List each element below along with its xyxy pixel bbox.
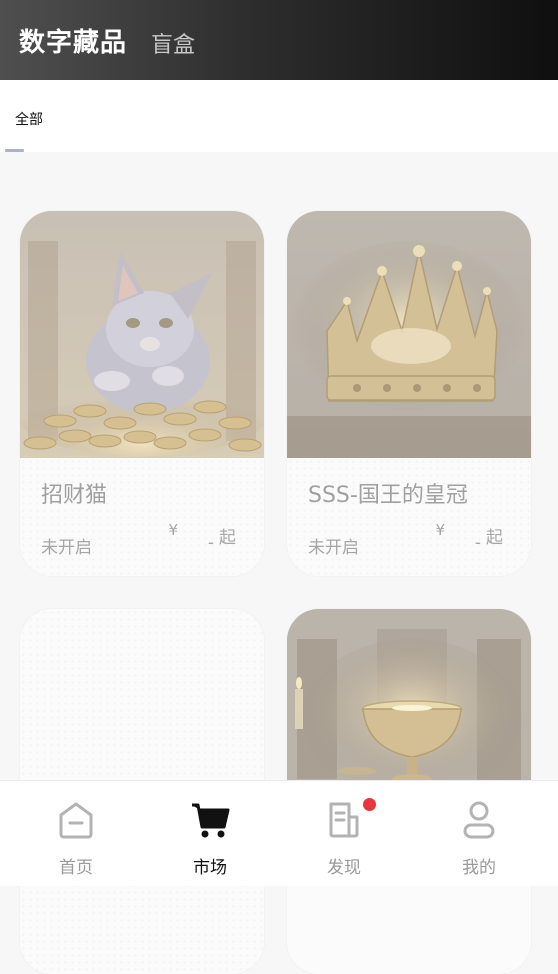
notification-badge (363, 798, 376, 811)
price-value: - (474, 533, 481, 553)
card-pattern (287, 458, 531, 576)
user-icon (462, 801, 496, 843)
currency-symbol: ¥ (435, 521, 445, 539)
price-value: - (207, 533, 214, 553)
nav-discover-label: 发现 (327, 858, 361, 878)
tab-digital-collectibles[interactable]: 数字藏品 (19, 22, 127, 59)
nav-profile-label: 我的 (462, 858, 496, 878)
nav-home[interactable]: 首页 (9, 781, 143, 886)
product-name: 招财猫 (41, 483, 108, 508)
home-icon (58, 801, 94, 843)
document-icon (327, 801, 361, 843)
nav-discover[interactable]: 发现 (277, 781, 411, 886)
top-header: 数字藏品 盲盒 (0, 0, 558, 80)
filter-active-indicator (5, 149, 24, 152)
nav-market[interactable]: 市场 (143, 781, 277, 886)
card-pattern (20, 458, 264, 576)
product-status: 未开启 (308, 538, 359, 558)
product-image-lucky-cat (20, 211, 264, 458)
product-name: SSS-国王的皇冠 (308, 483, 468, 508)
price-suffix: 起 (486, 528, 503, 548)
currency-symbol: ¥ (168, 521, 178, 539)
tab-blind-box[interactable]: 盲盒 (151, 27, 195, 59)
product-card[interactable]: SSS-国王的皇冠 未开启 ¥ - 起 (287, 211, 531, 576)
bottom-navigation: 首页 市场 发现 我的 (0, 780, 558, 886)
nav-market-label: 市场 (193, 858, 227, 878)
filter-all[interactable]: 全部 (15, 109, 43, 129)
product-image-crown (287, 211, 531, 458)
product-status: 未开启 (41, 538, 92, 558)
cart-icon (190, 801, 230, 843)
nav-profile[interactable]: 我的 (412, 781, 546, 886)
nav-home-label: 首页 (59, 858, 93, 878)
filter-bar: 全部 (0, 80, 558, 152)
price-suffix: 起 (219, 528, 236, 548)
product-card[interactable]: 招财猫 未开启 ¥ - 起 (20, 211, 264, 576)
